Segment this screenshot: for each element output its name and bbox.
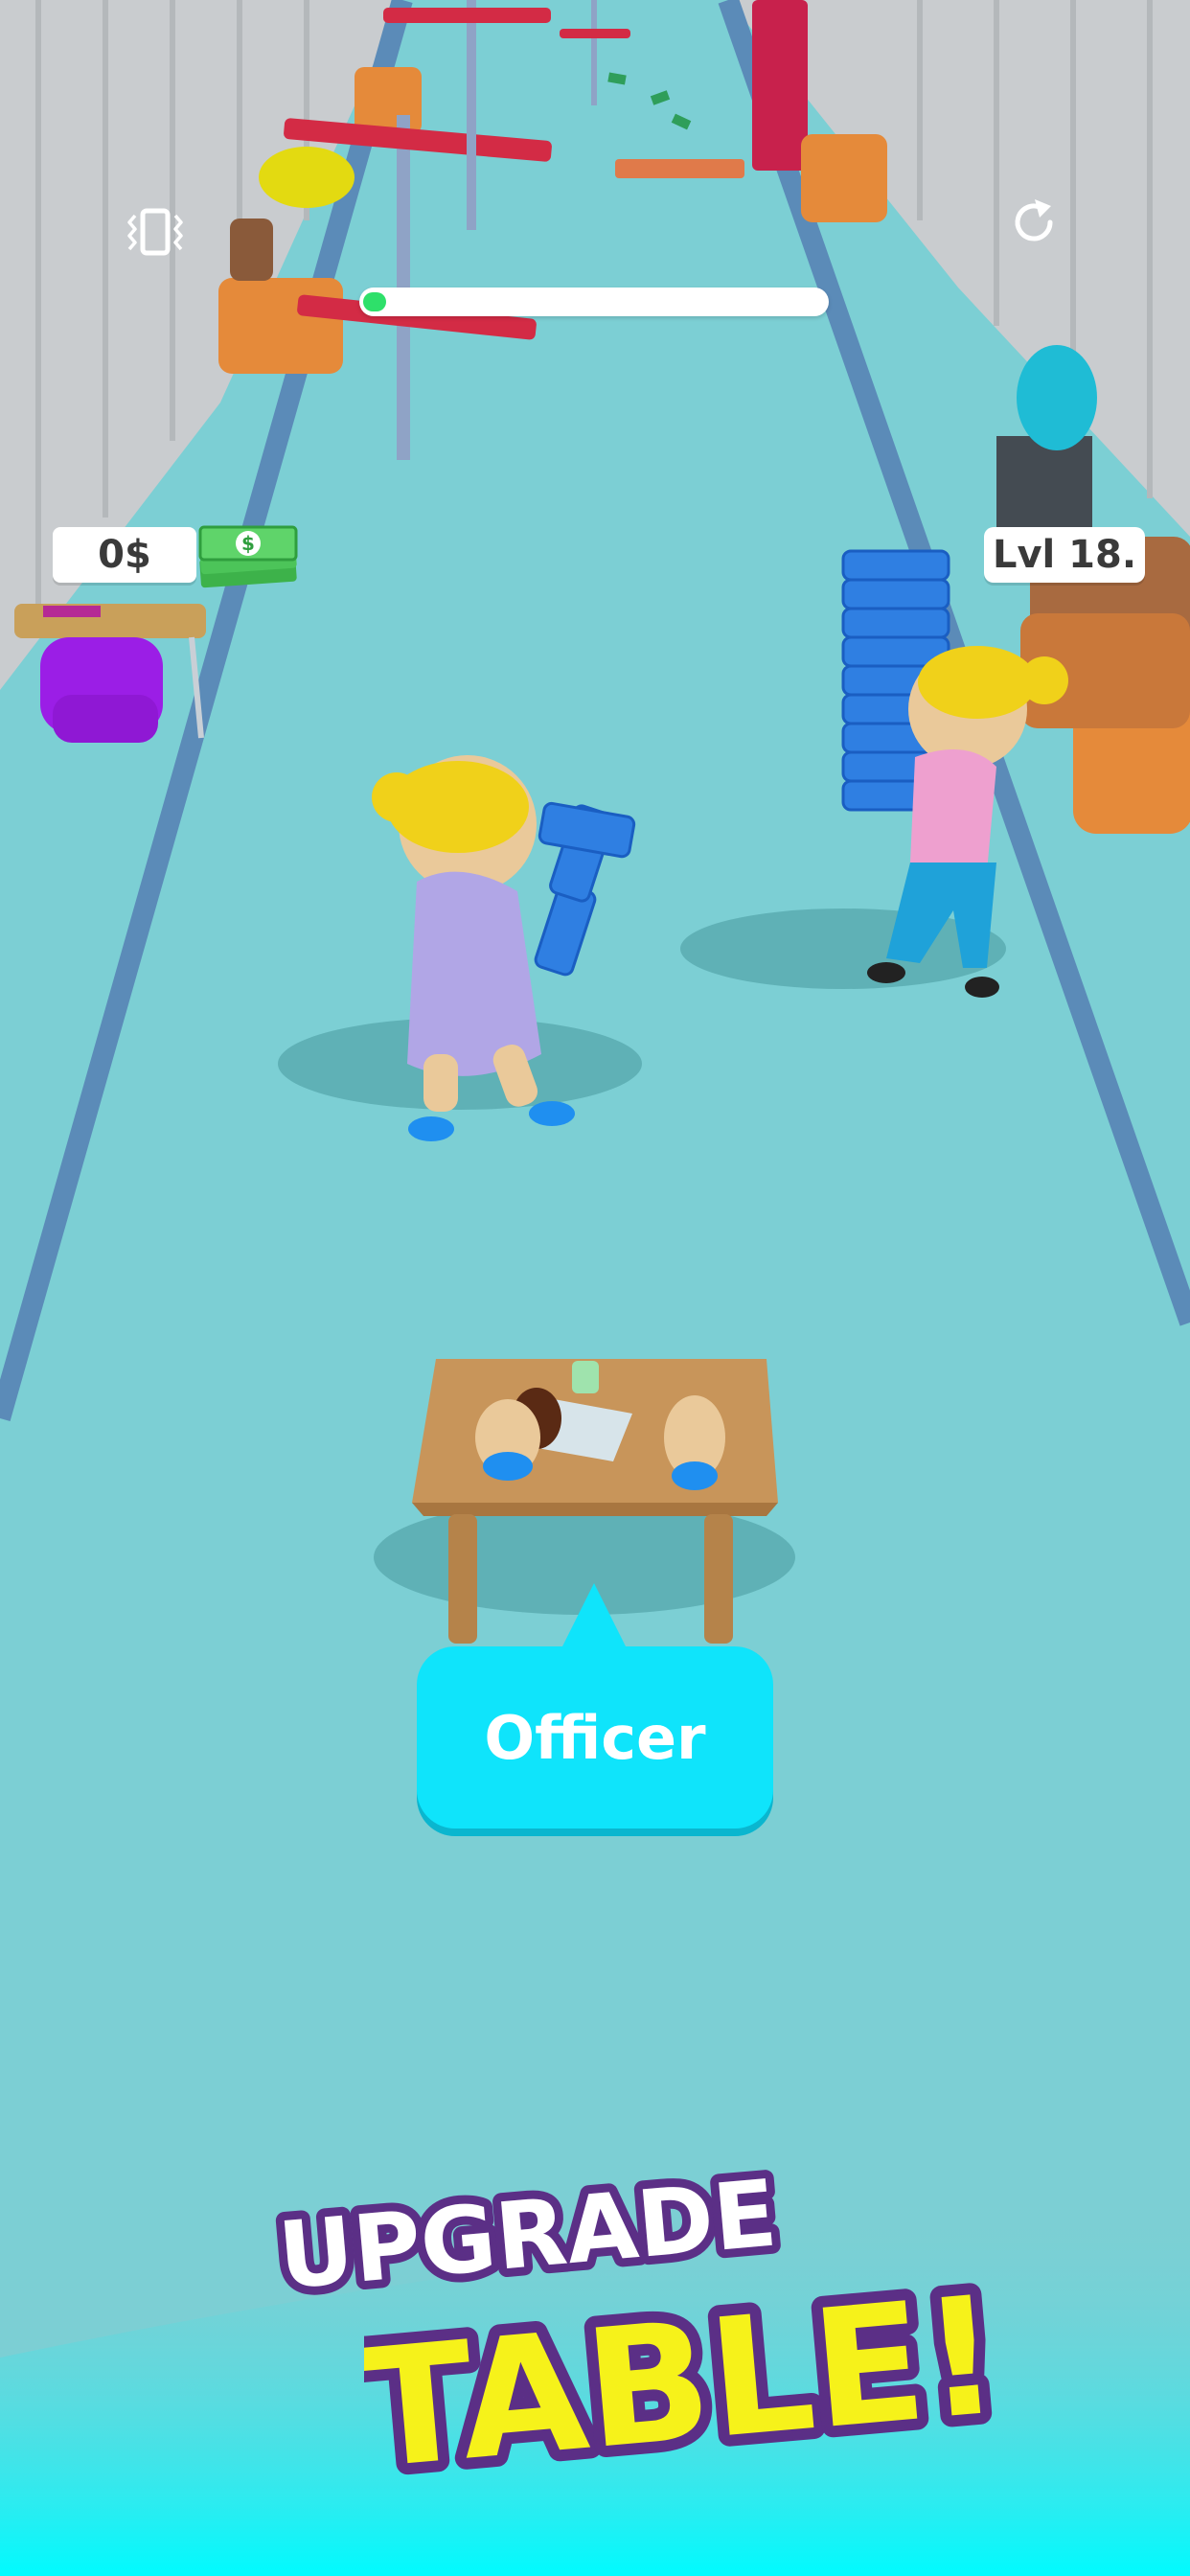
- rival-level-label: Lvl 18.: [984, 527, 1145, 583]
- vending-machine: [752, 0, 808, 171]
- level-progress-fill: [363, 292, 387, 311]
- officer-upgrade-button[interactable]: Officer: [417, 1646, 773, 1828]
- restart-icon[interactable]: [1008, 196, 1060, 248]
- left-armchair-far: [355, 67, 422, 134]
- promo-line-2: TABLE!: [364, 2261, 996, 2505]
- vibrate-icon[interactable]: [125, 206, 186, 258]
- yellow-lamp: [259, 147, 355, 208]
- level-progress-bar: [359, 288, 829, 316]
- cash-bill-icon: $: [198, 525, 298, 588]
- promo-table-text: TABLE!: [364, 2249, 996, 2516]
- far-counter: [615, 159, 744, 178]
- station-money-label: 0$: [53, 527, 196, 583]
- svg-text:$: $: [241, 532, 255, 555]
- officer-button-pointer: [561, 1583, 628, 1650]
- right-armchair: [801, 134, 887, 222]
